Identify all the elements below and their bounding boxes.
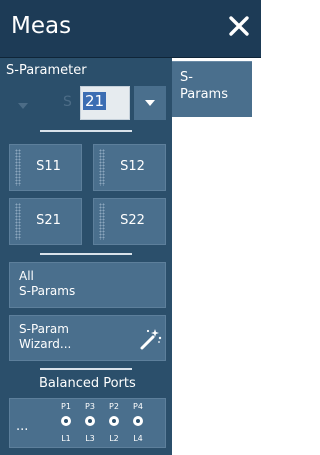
s-parameter-value: 21 — [83, 92, 107, 110]
s21-label: S21 — [36, 213, 61, 228]
s12-button[interactable]: S12 — [93, 144, 166, 191]
tab-s-params[interactable]: S- Params — [172, 61, 252, 117]
port-connector-icon — [133, 416, 143, 426]
s-prefix-label: S — [63, 94, 72, 110]
s22-label: S22 — [120, 213, 145, 228]
port-connector-icon — [61, 416, 71, 426]
s-parameter-dropdown-button[interactable] — [134, 86, 166, 120]
divider — [40, 253, 132, 255]
panel-header: Meas — [0, 0, 261, 58]
port-connector-icon — [109, 416, 119, 426]
panel-title: Meas — [11, 13, 72, 39]
s-parameter-label: S-Parameter — [6, 63, 87, 78]
balanced-ports-diagram: P1 P3 P2 P4 L1 L3 L2 L4 — [58, 401, 158, 447]
s-parameter-input[interactable]: 21 — [80, 86, 130, 120]
tab-label-line1: S- — [180, 70, 193, 85]
s21-button[interactable]: S21 — [9, 198, 82, 245]
all-s-params-line2: S-Params — [19, 284, 76, 298]
balanced-ports-label: Balanced Ports — [39, 376, 136, 391]
port-label-p3: P3 — [85, 402, 95, 411]
port-label-l1: L1 — [61, 434, 71, 443]
s11-label: S11 — [36, 159, 61, 174]
s12-label: S12 — [120, 159, 145, 174]
all-s-params-line1: All — [19, 269, 34, 283]
divider — [40, 368, 132, 370]
port-label-p4: P4 — [133, 402, 143, 411]
port-label-l4: L4 — [133, 434, 143, 443]
port-label-p2: P2 — [109, 402, 119, 411]
chevron-down-icon — [18, 103, 28, 109]
close-icon[interactable] — [227, 14, 251, 38]
port-connector-icon — [85, 416, 95, 426]
balanced-ports-ellipsis: ... — [16, 419, 29, 434]
port-label-l2: L2 — [109, 434, 119, 443]
s11-button[interactable]: S11 — [9, 144, 82, 191]
all-s-params-button[interactable]: All S-Params — [9, 262, 166, 308]
balanced-ports-button[interactable]: ... P1 P3 P2 P4 L1 L3 L2 L4 — [9, 398, 166, 448]
port-label-p1: P1 — [61, 402, 71, 411]
divider — [40, 130, 132, 132]
s-param-wizard-button[interactable]: S-Param Wizard... — [9, 315, 166, 361]
magic-wand-icon — [140, 329, 162, 350]
s22-button[interactable]: S22 — [93, 198, 166, 245]
port-label-l3: L3 — [85, 434, 95, 443]
tab-label-line2: Params — [180, 87, 228, 102]
chevron-down-icon — [145, 100, 155, 106]
